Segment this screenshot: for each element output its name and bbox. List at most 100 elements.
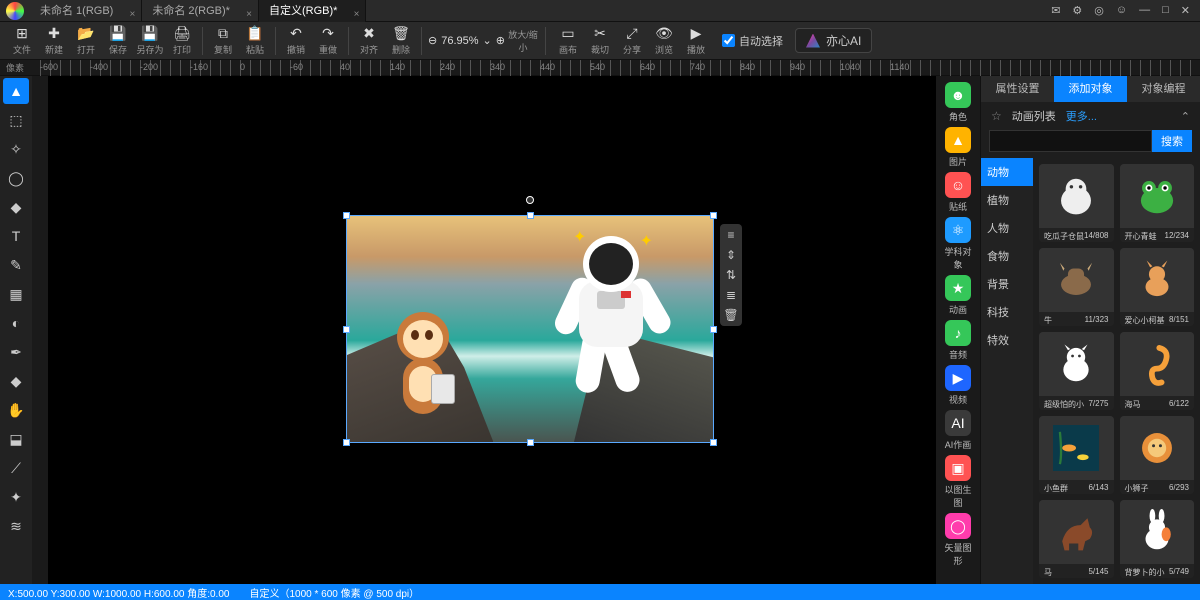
panel-tab-2[interactable]: 对象编程 xyxy=(1127,76,1200,102)
toolbar-撤销[interactable]: ↶撤销 xyxy=(280,25,312,56)
tool-ruler[interactable]: ⟋ xyxy=(3,455,29,481)
toolbar-重做[interactable]: ↷重做 xyxy=(312,25,344,56)
resize-handle-s[interactable] xyxy=(527,439,534,446)
category-背景[interactable]: 背景 xyxy=(981,270,1033,298)
resize-handle-sw[interactable] xyxy=(343,439,350,446)
category-人物[interactable]: 人物 xyxy=(981,214,1033,242)
asset-card[interactable]: 马5/145 xyxy=(1039,500,1114,578)
toolbar-删除[interactable]: 🗑删除 xyxy=(385,25,417,56)
toolbar-保存[interactable]: 💾保存 xyxy=(102,25,134,56)
objcat-AI作画[interactable]: AIAI作画 xyxy=(941,410,975,451)
tool-shape[interactable]: ◆ xyxy=(3,368,29,394)
monkey-character[interactable] xyxy=(377,312,467,432)
category-动物[interactable]: 动物 xyxy=(981,158,1033,186)
category-特效[interactable]: 特效 xyxy=(981,326,1033,354)
objcat-音频[interactable]: ♪音频 xyxy=(941,320,975,361)
category-植物[interactable]: 植物 xyxy=(981,186,1033,214)
panel-tab-0[interactable]: 属性设置 xyxy=(981,76,1054,102)
mail-icon[interactable]: ✉ xyxy=(1051,4,1060,17)
rotate-handle[interactable] xyxy=(526,196,534,204)
resize-handle-e[interactable] xyxy=(710,326,717,333)
compass-icon[interactable]: ◎ xyxy=(1094,4,1104,17)
tool-marquee[interactable]: ⬚ xyxy=(3,107,29,133)
zoom-out-icon[interactable]: ⊖ xyxy=(428,34,437,47)
tool-wand[interactable]: ✧ xyxy=(3,136,29,162)
collapse-icon[interactable]: ⌃ xyxy=(1181,110,1190,123)
tab-close-icon[interactable]: × xyxy=(130,4,136,26)
objcat-贴纸[interactable]: ☺贴纸 xyxy=(941,172,975,213)
objcat-角色[interactable]: ☻角色 xyxy=(941,82,975,123)
toolbar-另存为[interactable]: 💾另存为 xyxy=(134,25,166,56)
toolbar-对齐[interactable]: ✖对齐 xyxy=(353,25,385,56)
astronaut-character[interactable]: ✦ ✦ xyxy=(543,221,683,391)
auto-select-checkbox[interactable] xyxy=(722,34,735,47)
tool-smudge[interactable]: ◐ xyxy=(3,310,29,336)
category-食物[interactable]: 食物 xyxy=(981,242,1033,270)
objcat-以图生图[interactable]: ▣以图生图 xyxy=(941,455,975,509)
toolbar-新建[interactable]: ✚新建 xyxy=(38,25,70,56)
objcat-图片[interactable]: ▲图片 xyxy=(941,127,975,168)
search-button[interactable]: 搜索 xyxy=(1152,130,1192,152)
document-tab[interactable]: 自定义(RGB)*× xyxy=(259,0,366,22)
favorite-icon[interactable]: ☆ xyxy=(991,109,1002,123)
toolbar-粘贴[interactable]: 📋粘贴 xyxy=(239,25,271,56)
chevron-down-icon[interactable]: ⌄ xyxy=(483,34,492,47)
resize-handle-se[interactable] xyxy=(710,439,717,446)
artboard-image[interactable]: ✦ ✦ xyxy=(347,216,713,442)
toolbar-复制[interactable]: ⧉复制 xyxy=(207,25,239,56)
tool-hand[interactable]: ✋ xyxy=(3,397,29,423)
resize-handle-nw[interactable] xyxy=(343,212,350,219)
toolbar-打开[interactable]: 📂打开 xyxy=(70,25,102,56)
asset-card[interactable]: 开心青蛙12/234 xyxy=(1120,164,1195,242)
tool-move[interactable]: ▲ xyxy=(3,78,29,104)
tool-layers[interactable]: ≋ xyxy=(3,513,29,539)
search-input[interactable] xyxy=(989,130,1152,152)
tool-text[interactable]: T xyxy=(3,223,29,249)
tool-fill[interactable]: ◆ xyxy=(3,194,29,220)
ai-button[interactable]: 亦心AI xyxy=(795,28,872,53)
toolbar-分享[interactable]: ⤢分享 xyxy=(616,25,648,56)
toolbar-画布[interactable]: ▭画布 xyxy=(552,25,584,56)
float-tool-4[interactable]: 🗑 xyxy=(723,308,738,322)
asset-card[interactable]: 爱心小柯基8/151 xyxy=(1120,248,1195,326)
toolbar-播放[interactable]: ▶播放 xyxy=(680,25,712,56)
asset-card[interactable]: 小狮子6/293 xyxy=(1120,416,1195,494)
asset-card[interactable]: 小鱼群6/143 xyxy=(1039,416,1114,494)
resize-handle-ne[interactable] xyxy=(710,212,717,219)
resize-handle-n[interactable] xyxy=(527,212,534,219)
tool-lasso[interactable]: ◯ xyxy=(3,165,29,191)
tab-close-icon[interactable]: × xyxy=(354,4,360,26)
float-tool-2[interactable]: ⇅ xyxy=(726,268,736,282)
gear-icon[interactable]: ⚙ xyxy=(1072,4,1082,17)
document-tab[interactable]: 未命名 2(RGB)*× xyxy=(142,0,259,22)
tool-pen[interactable]: ✒ xyxy=(3,339,29,365)
float-tool-3[interactable]: ≣ xyxy=(726,288,736,302)
objcat-学科对象[interactable]: ⚛学科对象 xyxy=(941,217,975,271)
asset-card[interactable]: 背萝卜的小兔子5/749 xyxy=(1120,500,1195,578)
maximize-icon[interactable]: □ xyxy=(1162,4,1169,17)
canvas-area[interactable]: ✦ ✦ ≡⇕⇅≣🗑 xyxy=(48,76,936,584)
close-icon[interactable]: ✕ xyxy=(1181,4,1190,17)
asset-card[interactable]: 吃瓜子仓鼠14/808 xyxy=(1039,164,1114,242)
zoom-control[interactable]: ⊖ 76.95% ⌄ ⊕ xyxy=(428,34,505,47)
zoom-percent[interactable]: 76.95% xyxy=(441,35,478,47)
selected-artboard[interactable]: ✦ ✦ xyxy=(346,215,714,443)
objcat-视频[interactable]: ▶视频 xyxy=(941,365,975,406)
tool-pattern[interactable]: ▦ xyxy=(3,281,29,307)
tool-heal[interactable]: ✦ xyxy=(3,484,29,510)
more-link[interactable]: 更多... xyxy=(1066,108,1097,124)
document-tab[interactable]: 未命名 1(RGB)× xyxy=(30,0,142,22)
panel-tab-1[interactable]: 添加对象 xyxy=(1054,76,1127,102)
user-icon[interactable]: ☺ xyxy=(1116,4,1127,17)
objcat-动画[interactable]: ★动画 xyxy=(941,275,975,316)
asset-card[interactable]: 海马6/122 xyxy=(1120,332,1195,410)
asset-card[interactable]: 牛11/323 xyxy=(1039,248,1114,326)
resize-handle-w[interactable] xyxy=(343,326,350,333)
float-tool-1[interactable]: ⇕ xyxy=(726,248,736,262)
zoom-in-icon[interactable]: ⊕ xyxy=(496,34,505,47)
tool-brush[interactable]: ✎ xyxy=(3,252,29,278)
tool-crop[interactable]: ⬓ xyxy=(3,426,29,452)
tab-close-icon[interactable]: × xyxy=(246,4,252,26)
auto-select-toggle[interactable]: 自动选择 xyxy=(722,33,783,49)
category-科技[interactable]: 科技 xyxy=(981,298,1033,326)
